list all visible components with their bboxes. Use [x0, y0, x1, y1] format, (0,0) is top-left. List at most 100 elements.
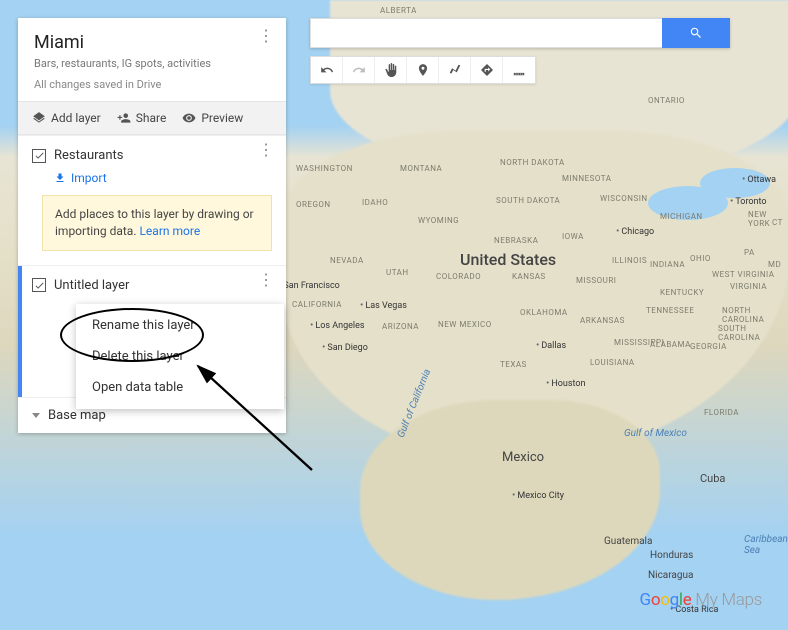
undo-icon [320, 63, 334, 77]
state-label: MONTANA [400, 164, 442, 173]
marker-icon [416, 63, 430, 77]
state-label: KANSAS [512, 272, 546, 281]
state-label: SOUTH DAKOTA [496, 196, 560, 205]
directions-icon [480, 63, 494, 77]
country-label: Honduras [650, 550, 693, 561]
state-label: MINNESOTA [562, 174, 611, 183]
state-label: NEW MEXICO [438, 320, 492, 329]
add-layer-button[interactable]: Add layer [32, 111, 101, 125]
country-label: United States [460, 250, 556, 269]
layer-hint: Add places to this layer by drawing or i… [42, 195, 272, 251]
layer-name[interactable]: Untitled layer [54, 278, 129, 293]
state-label: MD [768, 260, 781, 269]
checkmark-icon [34, 150, 45, 161]
share-button[interactable]: Share [117, 111, 167, 125]
preview-label: Preview [201, 111, 243, 125]
draw-line-tool[interactable] [439, 57, 471, 83]
state-label: NEVADA [330, 256, 364, 265]
state-label: TENNESSEE [646, 306, 694, 315]
eye-icon [182, 111, 196, 125]
map-toolbar [310, 56, 536, 84]
layer-context-menu: Rename this layer Delete this layer Open… [76, 304, 284, 409]
layer-options-button[interactable]: ⋮ [258, 278, 274, 282]
city-label: Las Vegas [360, 300, 407, 311]
state-label: SOUTH CAROLINA [718, 324, 788, 342]
redo-icon [352, 63, 366, 77]
state-label: ILLINOIS [612, 256, 647, 265]
learn-more-link[interactable]: Learn more [139, 224, 200, 238]
state-label: CT [772, 218, 783, 227]
active-layer-indicator [18, 266, 22, 397]
add-marker-tool[interactable] [407, 57, 439, 83]
directions-tool[interactable] [471, 57, 503, 83]
layer-visibility-checkbox[interactable] [32, 149, 46, 163]
measure-tool[interactable] [503, 57, 535, 83]
state-label: ONTARIO [648, 96, 685, 105]
city-label: San Francisco [278, 280, 340, 291]
city-label: Houston [546, 378, 586, 389]
import-icon [54, 172, 66, 184]
open-data-table-item[interactable]: Open data table [76, 372, 284, 403]
state-label: WISCONSIN [600, 194, 648, 203]
add-layer-label: Add layer [51, 111, 101, 125]
country-label: Mexico [502, 450, 544, 465]
undo-button[interactable] [311, 57, 343, 83]
state-label: NEBRASKA [494, 236, 538, 245]
state-label: ALABAMA [650, 340, 691, 349]
country-label: Nicaragua [648, 570, 693, 581]
chevron-down-icon [32, 413, 40, 418]
import-label: Import [71, 171, 107, 185]
rename-layer-item[interactable]: Rename this layer [76, 310, 284, 341]
state-label: ARKANSAS [580, 316, 625, 325]
delete-layer-item[interactable]: Delete this layer [76, 341, 284, 372]
hand-icon [384, 63, 398, 77]
state-label: VIRGINIA [730, 282, 767, 291]
checkmark-icon [34, 280, 45, 291]
state-label: OHIO [690, 254, 711, 263]
state-label: OKLAHOMA [520, 308, 568, 317]
map-description: Bars, restaurants, IG spots, activities [34, 57, 270, 70]
map-options-button[interactable]: ⋮ [258, 34, 274, 38]
ruler-icon [512, 63, 526, 77]
state-label: OREGON [296, 200, 331, 209]
layer-name[interactable]: Restaurants [54, 148, 123, 163]
city-label: San Diego [322, 342, 368, 353]
search-icon [689, 26, 703, 40]
state-label: WEST VIRGINIA [712, 270, 775, 279]
city-label: Mexico City [512, 490, 564, 501]
city-label: Los Angeles [310, 320, 365, 331]
country-label: Cuba [700, 472, 725, 485]
state-label: UTAH [386, 268, 409, 277]
import-link[interactable]: Import [54, 171, 272, 185]
person-add-icon [117, 111, 131, 125]
layers-icon [32, 111, 46, 125]
state-label: ALBERTA [380, 6, 417, 15]
state-label: ARIZONA [382, 322, 419, 331]
google-mymaps-watermark: Google My Maps [640, 590, 762, 610]
state-label: MICHIGAN [660, 212, 703, 221]
redo-button[interactable] [343, 57, 375, 83]
state-label: IOWA [562, 232, 584, 241]
search-button[interactable] [662, 18, 730, 48]
polyline-icon [448, 63, 462, 77]
layer-visibility-checkbox[interactable] [32, 278, 46, 292]
state-label: INDIANA [650, 260, 685, 269]
pan-tool[interactable] [375, 57, 407, 83]
state-label: GEORGIA [690, 342, 727, 351]
layer-card: Restaurants ⋮ Import Add places to this … [18, 135, 286, 265]
state-label: TEXAS [500, 360, 527, 369]
map-title[interactable]: Miami [34, 32, 270, 53]
panel-action-bar: Add layer Share Preview [18, 101, 286, 135]
city-label: Chicago [616, 226, 654, 237]
preview-button[interactable]: Preview [182, 111, 243, 125]
save-status: All changes saved in Drive [34, 78, 270, 91]
state-label: NORTH DAKOTA [500, 158, 565, 167]
city-label: Toronto [730, 196, 767, 207]
layer-options-button[interactable]: ⋮ [258, 148, 274, 152]
state-label: WYOMING [418, 216, 459, 225]
state-label: MISSOURI [576, 276, 616, 285]
water-label: Gulf of Mexico [624, 428, 687, 439]
search-input[interactable] [310, 18, 662, 48]
state-label: PA [744, 248, 755, 257]
basemap-label: Base map [48, 408, 106, 423]
